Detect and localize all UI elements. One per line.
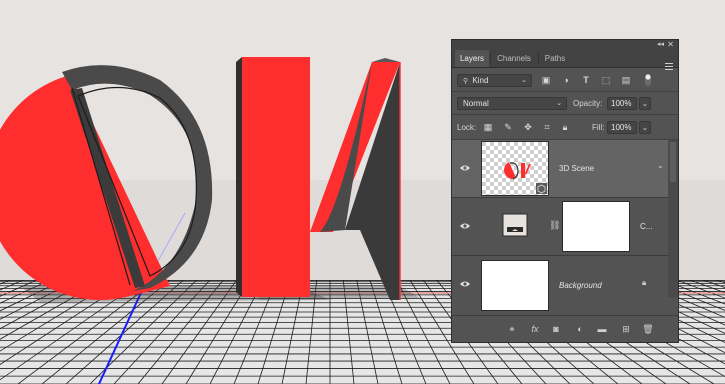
lock-transparent-pixels-icon[interactable]: ▦ [482, 121, 494, 133]
tab-paths[interactable]: Paths [539, 50, 571, 67]
opacity-label: Opacity: [573, 99, 603, 108]
adjustment-layer-icon [502, 213, 528, 237]
scrollbar-thumb[interactable] [670, 142, 676, 182]
lock-icon: 🔒︎ [642, 278, 647, 287]
filter-kind-value: Kind [472, 76, 489, 85]
lock-all-icon[interactable]: 🔒︎ [559, 121, 571, 133]
filter-kind-select[interactable]: ⚲ Kind ⌄ [457, 74, 532, 87]
layer-mask-thumbnail[interactable] [562, 201, 630, 252]
search-icon: ⚲ [463, 78, 469, 85]
link-chain-icon[interactable]: ⛓ [549, 220, 560, 231]
3d-layer-badge-icon [536, 183, 547, 194]
layer-row-3d-scene[interactable]: 3D Scene ⌄ [452, 140, 670, 198]
blend-mode-select[interactable]: Normal ⌄ [457, 97, 567, 110]
lock-artboard-icon[interactable]: ⌗ [541, 121, 553, 133]
layer-thumbnail-background[interactable] [481, 260, 549, 311]
eye-icon[interactable] [460, 221, 470, 231]
new-group-icon[interactable]: ▬ [596, 323, 608, 335]
toggle-switch-icon [645, 74, 651, 86]
shape-layer-filter-icon[interactable]: ⬚ [600, 74, 612, 86]
chevron-down-icon: ⌄ [521, 77, 527, 84]
filter-row: ⚲ Kind ⌄ ▣ ◑ T ⬚ ▤ [452, 74, 678, 88]
chevron-down-icon: ⌄ [642, 101, 648, 108]
eye-icon[interactable] [460, 163, 470, 173]
layer-row-adjustment[interactable]: ⛓ C... [452, 198, 670, 256]
add-layer-style-icon[interactable]: fx [529, 323, 541, 335]
new-layer-icon[interactable]: ⊞ [620, 323, 632, 335]
type-layer-filter-icon[interactable]: T [580, 74, 592, 86]
fill-input[interactable]: 100% [607, 121, 637, 134]
lock-row: Lock: ▦ ✎ ✥ ⌗ 🔒︎ Fill: 100% ⌄ [452, 121, 678, 135]
adjustment-thumbnail[interactable] [502, 212, 528, 238]
chevron-down-icon: ⌄ [642, 125, 648, 132]
eye-icon[interactable] [460, 279, 470, 289]
panel-title-bar[interactable]: ◂◂ ✕ [452, 40, 678, 50]
tab-channels[interactable]: Channels [491, 50, 537, 67]
smart-object-filter-icon[interactable]: ▤ [620, 74, 632, 86]
layer-name-background[interactable]: Background [559, 281, 602, 290]
lock-label: Lock: [457, 123, 477, 132]
pixel-layer-filter-icon[interactable]: ▣ [540, 74, 552, 86]
layer-row-background[interactable]: Background 🔒︎ [452, 256, 670, 314]
add-mask-icon[interactable]: ◙ [550, 323, 562, 335]
layers-scrollbar[interactable] [668, 140, 678, 297]
chevron-down-icon: ⌄ [556, 100, 562, 107]
layer-thumbnail-3d-scene[interactable] [481, 141, 549, 196]
close-panel-icon[interactable]: ✕ [667, 40, 674, 50]
tab-layers[interactable]: Layers [455, 50, 489, 67]
lock-position-icon[interactable]: ✥ [522, 121, 534, 133]
adjustment-layer-filter-icon[interactable]: ◑ [560, 74, 572, 86]
opacity-dropdown[interactable]: ⌄ [639, 97, 651, 110]
fill-dropdown[interactable]: ⌄ [639, 121, 651, 134]
blend-row: Normal ⌄ Opacity: 100% ⌄ [452, 97, 678, 111]
filter-toggle-icon[interactable] [642, 73, 654, 86]
expand-layer-icon[interactable]: ⌄ [657, 161, 664, 170]
collapse-panel-icon[interactable]: ◂◂ [657, 40, 664, 50]
panel-tabs: Layers Channels Paths [452, 50, 678, 70]
opacity-input[interactable]: 100% [607, 97, 637, 110]
fill-label: Fill: [592, 123, 605, 132]
blend-mode-value: Normal [463, 99, 489, 108]
panel-footer: ⚭ fx ◙ ◐ ▬ ⊞ 🗑︎ [452, 315, 678, 342]
divider [452, 91, 678, 92]
lock-image-pixels-icon[interactable]: ✎ [502, 121, 514, 133]
panel-menu-icon[interactable] [665, 63, 673, 72]
layer-name-3d-scene[interactable]: 3D Scene [559, 164, 594, 173]
link-layers-icon[interactable]: ⚭ [506, 323, 518, 335]
delete-layer-icon[interactable]: 🗑︎ [642, 323, 654, 335]
new-adjustment-layer-icon[interactable]: ◐ [574, 323, 586, 335]
divider [452, 114, 678, 115]
layer-name-adjustment[interactable]: C... [640, 222, 652, 231]
layers-panel: ◂◂ ✕ Layers Channels Paths ⚲ Kind ⌄ ▣ ◑ … [451, 39, 679, 343]
